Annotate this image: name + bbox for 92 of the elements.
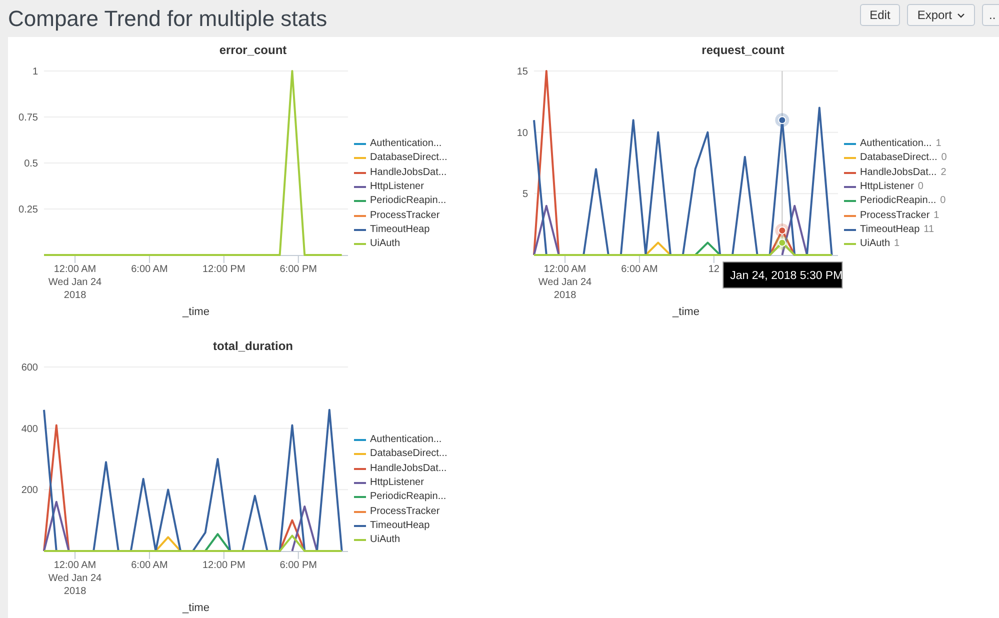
x-tick-label: 12:00 PM [202, 560, 246, 571]
legend-swatch-icon [844, 143, 856, 146]
legend-label[interactable]: HttpListener [860, 181, 914, 194]
legend-swatch-icon [354, 453, 366, 456]
x-tick-label: 12 [708, 264, 720, 275]
axis-title: _time [182, 602, 210, 614]
legend-label[interactable]: Authentication... [370, 434, 442, 446]
legend-swatch-icon [354, 228, 366, 231]
legend-label[interactable]: UiAuth [860, 238, 890, 250]
legend-swatch-icon [844, 172, 856, 174]
hover-marker [775, 113, 790, 128]
legend-label[interactable]: TimeoutHeap [370, 520, 430, 532]
legend-value: 11 [924, 224, 934, 236]
chart-title: error_count [219, 43, 287, 57]
x-tick-label: 6:00 AM [131, 560, 168, 571]
legend-value: 2 [940, 166, 946, 179]
y-tick-label: 10 [516, 128, 528, 139]
x-tick-label: 12:00 AM Wed Jan 24 2018 [538, 264, 592, 301]
legend-label[interactable]: HandleJobsDat... [860, 166, 937, 179]
y-tick-label: 400 [21, 424, 38, 435]
x-tick-label: 12:00 AM Wed Jan 24 2018 [48, 264, 102, 301]
y-tick-label: 15 [516, 66, 528, 78]
x-tick-label: 6:00 AM [131, 264, 168, 275]
x-tick-label: 6:00 AM [621, 264, 658, 275]
legend-label[interactable]: ProcessTracker [370, 210, 440, 222]
legend-swatch-icon [354, 510, 366, 513]
legend-swatch-icon [354, 524, 366, 527]
tooltip: Jan 24, 2018 5:30 PM [722, 262, 843, 288]
legend-label[interactable]: UiAuth [370, 534, 400, 546]
legend-label[interactable]: HandleJobsDat... [370, 166, 447, 179]
legend-swatch-icon [354, 200, 366, 202]
legend-value: 0 [940, 195, 946, 208]
legend-swatch-icon [354, 496, 366, 498]
axis-title: _time [182, 306, 210, 318]
legend-label[interactable]: DatabaseDirect... [860, 152, 938, 164]
legend-swatch-icon [354, 186, 366, 188]
y-tick-label: 200 [21, 485, 38, 496]
legend-label[interactable]: PeriodicReapin... [370, 491, 446, 504]
legend-swatch-icon [354, 539, 366, 542]
caret-icon [957, 12, 965, 18]
legend-label[interactable]: ProcessTracker [370, 506, 440, 518]
legend-label[interactable]: ProcessTracker [860, 210, 930, 222]
legend-swatch-icon [844, 228, 856, 231]
legend-swatch-icon [354, 214, 366, 217]
chart-title: request_count [702, 43, 784, 57]
more-button[interactable]: .. [982, 4, 999, 26]
hover-marker [775, 236, 790, 250]
chart-title: total_duration [213, 339, 293, 353]
y-tick-label: 0.5 [24, 158, 38, 170]
edit-button[interactable]: Edit [860, 4, 900, 26]
axis-title: _time [672, 306, 700, 318]
y-tick-label: 0.25 [18, 204, 38, 216]
legend-swatch-icon [844, 157, 856, 160]
legend-value: 1 [934, 210, 940, 222]
dashboard-title: Compare Trend for multiple stats [8, 5, 328, 33]
x-tick-label: 6:00 PM [280, 560, 317, 571]
legend-value: 1 [936, 138, 942, 150]
y-tick-label: 1 [32, 66, 38, 78]
legend-label[interactable]: Authentication... [370, 138, 442, 150]
legend-label[interactable]: UiAuth [370, 238, 400, 250]
x-tick-label: 12:00 PM [202, 264, 246, 275]
legend-label[interactable]: HttpListener [370, 181, 424, 194]
legend-value: 0 [918, 181, 924, 194]
legend-label[interactable]: HttpListener [370, 477, 424, 490]
legend-label[interactable]: TimeoutHeap [860, 224, 920, 236]
legend-label[interactable]: DatabaseDirect... [370, 448, 448, 460]
legend-label[interactable]: DatabaseDirect... [370, 152, 448, 164]
legend-label[interactable]: PeriodicReapin... [860, 195, 936, 208]
legend-swatch-icon [844, 186, 856, 188]
y-tick-label: 5 [522, 189, 528, 200]
legend-value: 0 [941, 152, 947, 164]
y-tick-label: 0.75 [18, 112, 38, 124]
legend-swatch-icon [844, 200, 856, 202]
x-tick-label: 6:00 PM [280, 264, 317, 275]
legend-swatch-icon [844, 243, 856, 246]
legend-swatch-icon [354, 157, 366, 160]
legend-swatch-icon [354, 143, 366, 146]
legend-swatch-icon [354, 439, 366, 442]
legend-swatch-icon [354, 468, 366, 470]
legend-label[interactable]: PeriodicReapin... [370, 195, 446, 208]
hover-marker [775, 223, 790, 238]
legend-swatch-icon [354, 482, 366, 484]
x-tick-label: 12:00 AM Wed Jan 24 2018 [48, 560, 102, 597]
legend-value: 1 [894, 238, 900, 250]
legend-swatch-icon [354, 243, 366, 246]
legend-label[interactable]: Authentication... [860, 138, 932, 150]
export-dropdown[interactable]: Export [907, 4, 975, 26]
y-tick-label: 600 [21, 362, 38, 374]
legend-label[interactable]: TimeoutHeap [370, 224, 430, 236]
legend-label[interactable]: HandleJobsDat... [370, 462, 447, 475]
legend-swatch-icon [844, 214, 856, 217]
legend-swatch-icon [354, 172, 366, 174]
